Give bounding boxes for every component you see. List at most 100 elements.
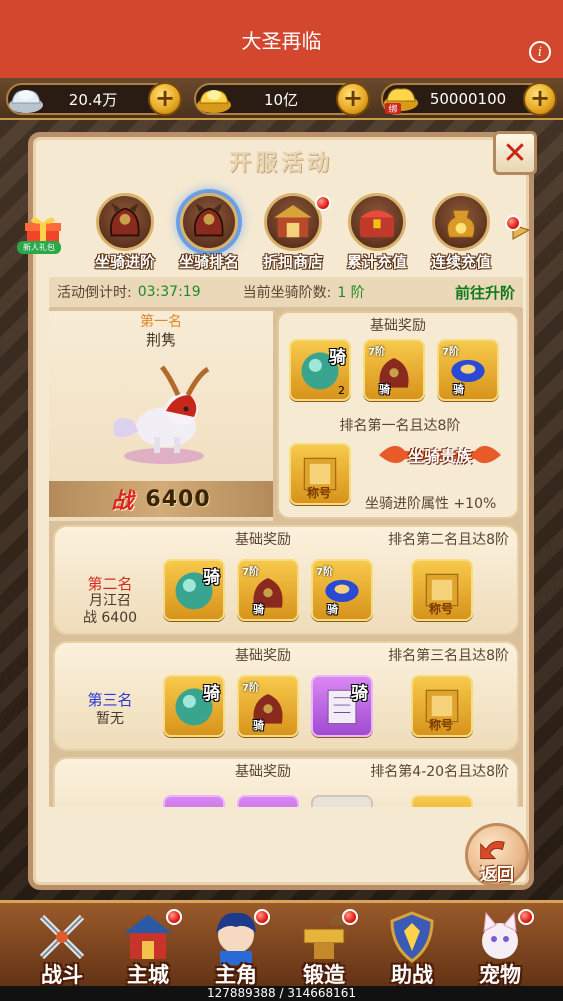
nav-forge[interactable]: 锻造 [284,903,364,995]
nav-pet[interactable]: 宠物 [460,903,540,995]
mount-creature-image [113,365,210,464]
item-tier: 7阶 [242,567,259,578]
reward-item[interactable]: 7阶 骑 [237,675,299,737]
mount-word: 骑 [327,603,338,616]
tab-label: 坐骑进阶 [94,253,155,271]
mount-word: 骑 [253,603,264,616]
tab-discount-shop[interactable]: 折扣商店 [251,193,335,273]
title-reward-item[interactable]: 称号 [411,675,473,737]
bound-gold-value: 50000100 [429,90,507,108]
item-tier: 7阶 [368,347,385,358]
new-player-gift-label[interactable]: 新人礼包 [17,241,61,254]
title-reward-item[interactable]: 称号 [289,443,351,505]
title-word: 称号 [429,718,454,732]
mount-level-label: 当前坐骑阶数: [242,285,332,301]
tab-label: 连续充值 [430,253,491,271]
add-bound-gold-button[interactable]: + [523,82,557,116]
close-icon: ✕ [502,135,528,171]
tab-label: 累计充值 [346,253,407,271]
shield-icon [390,911,434,963]
first-power-bar: 战 6400 [49,481,273,517]
notification-dot [166,909,182,925]
player-name: 月江召 [89,593,131,609]
rank-label: 第二名 [87,575,133,593]
nav-label: 主角 [215,963,257,987]
nav-label: 宠物 [479,963,521,987]
add-silver-button[interactable]: + [148,82,182,116]
shop-icon [264,193,322,251]
tab-mount-ranking[interactable]: 坐骑排名 [167,193,251,273]
title-word: 称号 [307,486,332,500]
player-power: 战 6400 [82,610,138,626]
mount-word: 骑 [453,383,464,396]
reward-condition: 排名第二名且达8阶 [388,532,509,548]
reward-item[interactable]: 骑 [163,559,225,621]
item-tier: 7阶 [316,567,333,578]
rank-row: 基础奖励 排名第三名且达8阶 第三名 暂无 骑 7阶 骑 骑 称号 [53,641,519,751]
gold-ingot-icon [197,90,231,113]
title-reward-item[interactable]: 称号 [411,559,473,621]
activity-info-row: 活动倒计时: 03:37:19 当前坐骑阶数: 1 阶 前往升阶 [49,277,523,307]
reward-item[interactable] [163,795,225,807]
countdown-value: 03:37:19 [137,284,201,300]
notification-dot [505,215,521,231]
tab-label: 坐骑排名 [178,253,239,271]
info-icon[interactable]: i [529,41,551,63]
crossed-swords-icon [39,914,85,960]
return-button[interactable]: 返回 [465,823,529,887]
mount-word: 骑 [203,684,220,704]
first-power-value: 6400 [145,486,211,512]
reward-item[interactable] [237,795,299,807]
reward-item[interactable] [311,795,373,807]
reward-header: 基础奖励 [235,648,291,664]
add-gold-button[interactable]: + [336,82,370,116]
mount-word: 骑 [329,348,346,368]
bound-label: 绑 [388,103,397,115]
reward-item[interactable]: 7阶 骑 [363,339,425,401]
ranking-list[interactable]: 第一名 荆隽 战 6400 基础奖励 骑 2 7阶 骑 7阶 骑 排名第一名且达… [49,307,523,807]
reward-item[interactable]: 骑 2 [289,339,351,401]
title-bar: 大圣再临 i [0,0,563,78]
experience-text: 127889388 / 314668161 [206,986,357,1000]
event-panel: 开服活动 ✕ 新人礼包 坐骑进阶 坐骑排名 折扣商店 累计充值 连续充值 活动倒… [17,131,537,890]
reward-item[interactable]: 7阶 骑 [437,339,499,401]
reward-item[interactable]: 7阶 骑 [311,559,373,621]
reward-header: 基础奖励 [370,318,426,334]
mount-word: 骑 [253,719,264,732]
first-player-name: 荆隽 [145,331,176,349]
reward-item[interactable]: 骑 [163,675,225,737]
title-badge-text: 坐骑贵族 [407,447,472,466]
first-reward-box: 基础奖励 骑 2 7阶 骑 7阶 骑 排名第一名且达8阶 称号 坐骑贵族 坐骑进… [277,311,519,519]
first-rank-label: 第一名 [140,314,182,330]
rank-row: 基础奖励 排名第4-20名且达8阶 [53,757,519,807]
rank-row: 基础奖励 排名第二名且达8阶 第二名 月江召 战 6400 骑 7阶 骑 7阶 … [53,525,519,635]
mount-armor-icon [180,193,238,251]
nav-label: 主城 [127,963,169,987]
rank-label: 第三名 [87,691,133,709]
tab-mount-upgrade[interactable]: 坐骑进阶 [83,193,167,273]
resource-bar: 20.4万 + 10亿 + 绑 50000100 + [0,78,563,120]
reward-condition: 排名第一名且达8阶 [339,418,461,434]
reward-condition: 排名第4-20名且达8阶 [370,764,509,780]
goto-upgrade-link[interactable]: 前往升阶 [455,282,515,303]
title-reward-item[interactable] [411,795,473,807]
nav-label: 战斗 [41,963,83,987]
tab-cumulative-recharge[interactable]: 累计充值 [335,193,419,273]
notification-dot [254,909,270,925]
nav-main-city[interactable]: 主城 [108,903,188,995]
reward-item[interactable]: 骑 [311,675,373,737]
nav-hero[interactable]: 主角 [196,903,276,995]
close-button[interactable]: ✕ [493,131,537,175]
reward-item[interactable]: 7阶 骑 [237,559,299,621]
tab-consecutive-recharge[interactable]: 连续充值 [419,193,503,273]
mount-armor-icon [96,193,154,251]
power-label: 战 [111,489,134,514]
item-count: 2 [338,384,345,397]
player-name: 暂无 [96,711,124,727]
nav-battle[interactable]: 战斗 [22,903,102,995]
mount-level-value: 1 阶 [337,285,365,301]
reward-condition: 排名第三名且达8阶 [388,648,509,664]
nav-assist[interactable]: 助战 [372,903,452,995]
mount-word: 骑 [351,684,368,704]
page-title: 大圣再临 [241,28,322,53]
